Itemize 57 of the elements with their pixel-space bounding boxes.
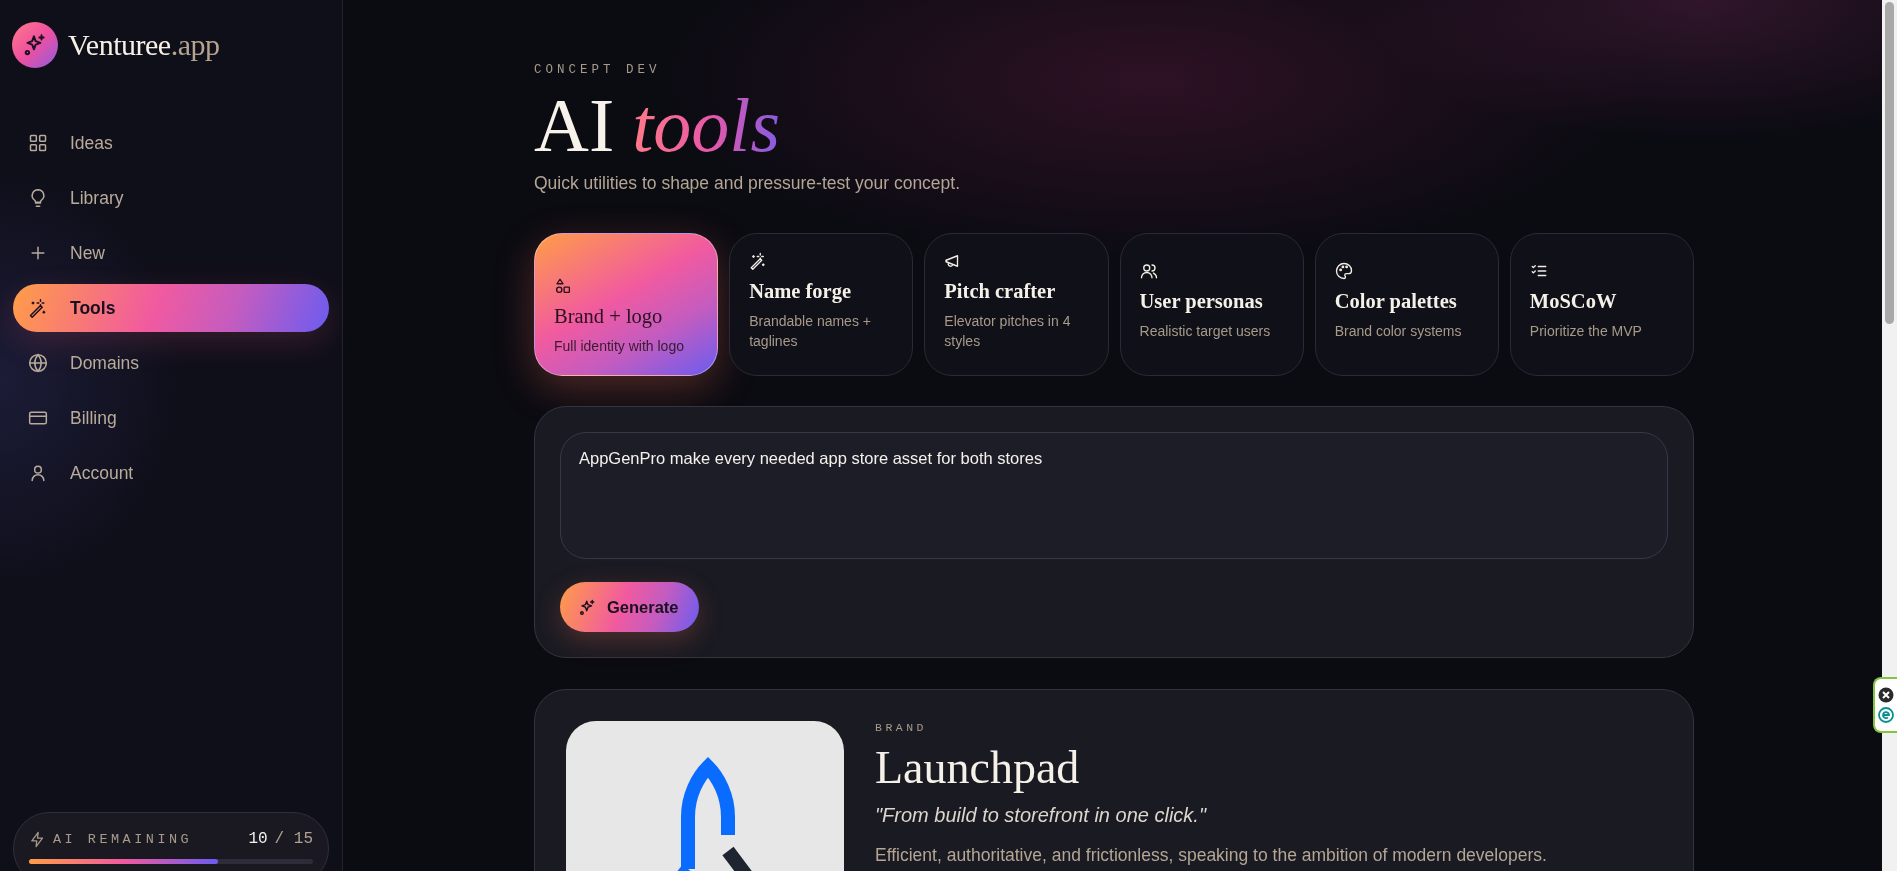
- scrollbar-thumb[interactable]: [1885, 2, 1894, 324]
- tool-description: Full identity with logo: [554, 337, 685, 356]
- tool-card[interactable]: Name forge Brandable names + taglines: [729, 233, 914, 376]
- tool-card[interactable]: Brand + logo Full identity with logo: [534, 233, 719, 376]
- generate-button[interactable]: Generate: [560, 582, 699, 632]
- tool-title: User personas: [1139, 290, 1264, 313]
- lightbulb-icon: [28, 188, 48, 208]
- extension-widget[interactable]: [1873, 677, 1897, 733]
- tool-title: Name forge: [749, 280, 853, 303]
- usage-label: AI REMAINING: [53, 831, 194, 847]
- sparkle-icon: [22, 32, 48, 58]
- grid-icon: [28, 133, 48, 153]
- sparkle-icon: [578, 597, 597, 617]
- page-subtitle: Quick utilities to shape and pressure-test your concept.: [534, 173, 962, 194]
- credit-card-icon: [28, 408, 48, 428]
- users-icon: [1139, 262, 1158, 280]
- tool-description: Brand color systems: [1334, 322, 1463, 341]
- magic-wand-icon: [28, 298, 48, 318]
- shapes-icon: [554, 277, 572, 295]
- nav-item[interactable]: Library: [13, 174, 329, 222]
- tool-title: MoSCoW: [1529, 290, 1618, 313]
- brand-description: Efficient, authoritative, and frictionless, speaking to the ambition of modern developers.: [875, 845, 1547, 866]
- tool-title: Brand + logo: [554, 305, 664, 328]
- nav-item[interactable]: Domains: [13, 339, 329, 387]
- palette-icon: [1334, 262, 1353, 280]
- section-eyebrow: CONCEPT DEV: [534, 63, 662, 77]
- scrollbar[interactable]: [1882, 0, 1897, 871]
- nav-item[interactable]: Billing: [13, 394, 329, 442]
- page-title: AI: [534, 82, 615, 169]
- e-logo-icon[interactable]: [1878, 707, 1894, 723]
- tool-description: Realistic target users: [1139, 322, 1272, 341]
- brand-suffix: .app: [170, 28, 220, 62]
- tool-card[interactable]: Color palettes Brand color systems: [1314, 233, 1499, 376]
- tool-description: Brandable names + taglines: [749, 312, 872, 351]
- nav-item[interactable]: New: [13, 229, 329, 277]
- prompt-input[interactable]: AppGenPro make every needed app store asset for both stores: [560, 432, 1668, 559]
- tool-title: Color palettes: [1334, 290, 1458, 313]
- nav-item[interactable]: Ideas: [13, 119, 329, 167]
- tool-card[interactable]: User personas Realistic target users: [1119, 233, 1304, 376]
- nav-item[interactable]: Account: [13, 449, 329, 497]
- tool-card[interactable]: MoSCoW Prioritize the MVP: [1509, 233, 1695, 376]
- brand-tagline: "From build to storefront in one click.": [875, 804, 1208, 827]
- tool-title: Pitch crafter: [944, 280, 1057, 303]
- tool-description: Prioritize the MVP: [1529, 322, 1643, 341]
- result-eyebrow: BRAND: [875, 721, 928, 734]
- close-icon[interactable]: [1878, 687, 1894, 703]
- lightning-icon: [29, 830, 46, 848]
- user-icon: [28, 463, 48, 483]
- tool-description: Elevator pitches in 4 styles: [944, 312, 1072, 351]
- brand-name: Venturee: [68, 28, 171, 62]
- tool-card[interactable]: Pitch crafter Elevator pitches in 4 styles: [924, 233, 1109, 376]
- usage-count: 10: [248, 830, 268, 848]
- usage-total: / 15: [274, 830, 313, 848]
- globe-icon: [28, 353, 48, 373]
- magic-wand-icon: [749, 252, 768, 270]
- nav-item[interactable]: Tools: [13, 284, 329, 332]
- brand-result-name: Launchpad: [875, 741, 1081, 795]
